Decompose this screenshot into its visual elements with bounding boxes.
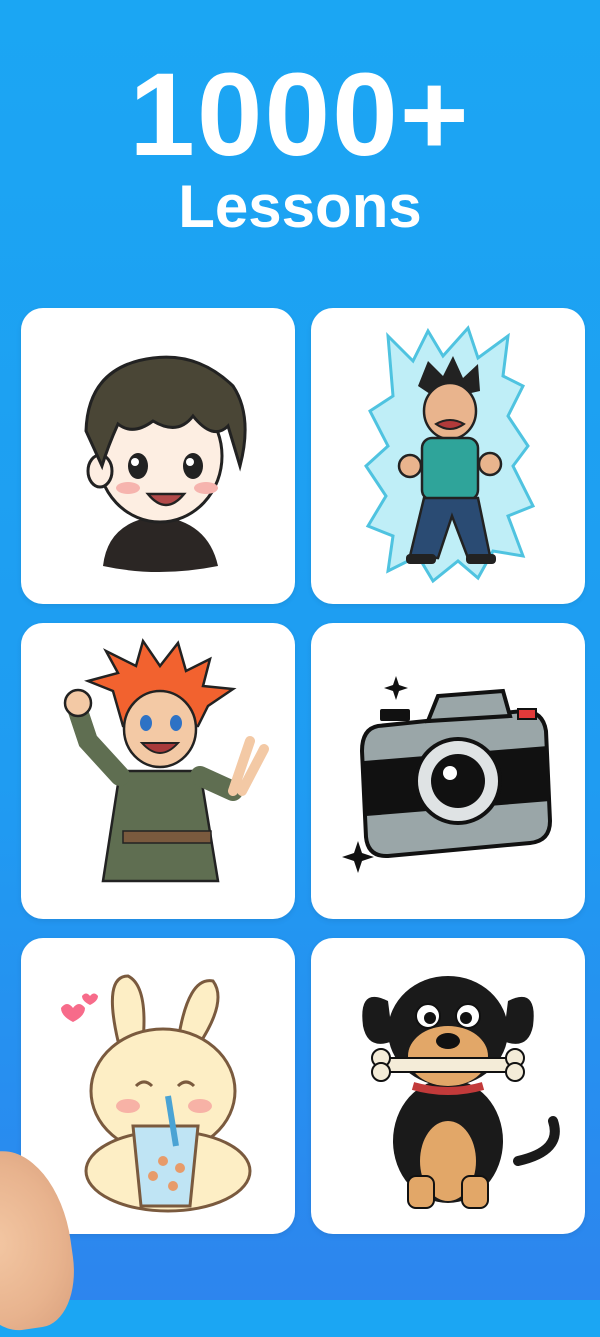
lesson-card-dog[interactable]	[311, 938, 585, 1234]
lesson-card-hero[interactable]	[21, 623, 295, 919]
powered-up-fighter-icon	[364, 325, 536, 584]
dog-with-bone-icon	[362, 976, 560, 1209]
lesson-card-fighter[interactable]	[311, 308, 585, 604]
bunny-bubble-tea-icon	[61, 974, 252, 1213]
lesson-card-bunny[interactable]	[21, 938, 295, 1234]
boy-face-icon	[84, 355, 247, 572]
camera-icon	[342, 676, 553, 873]
lesson-card-camera[interactable]	[311, 623, 585, 919]
lesson-card-boy[interactable]	[21, 308, 295, 604]
orange-hair-hero-icon	[63, 638, 269, 883]
hero-header: 1000+ Lessons	[0, 49, 600, 240]
lesson-label: Lessons	[178, 173, 422, 240]
lesson-count: 1000+	[129, 49, 471, 181]
